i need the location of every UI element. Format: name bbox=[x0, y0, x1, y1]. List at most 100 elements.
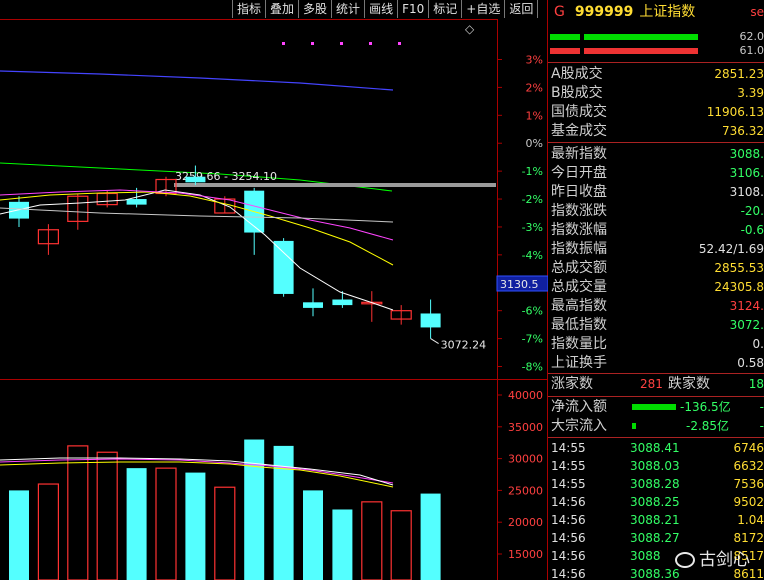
stat-row: 基金成交 736.32 bbox=[548, 122, 764, 141]
stat-row: 最新指数 3088. bbox=[548, 145, 764, 164]
tick-row[interactable]: 14:56 3088.25 9502 bbox=[548, 493, 764, 511]
tick-row[interactable]: 14:56 3088.21 1.04 bbox=[548, 511, 764, 529]
stock-code[interactable]: 999999 bbox=[575, 4, 633, 20]
tick-price: 3088.28 bbox=[630, 477, 680, 491]
tick-time: 14:55 bbox=[551, 477, 586, 491]
pct-label: 3% bbox=[526, 54, 543, 67]
separator bbox=[548, 142, 764, 143]
toolbar-button[interactable]: 画线 bbox=[364, 0, 397, 18]
flow-group: 净流入额 -136.5亿 - 大宗流入 -2.85亿 - bbox=[548, 398, 764, 436]
candle-body bbox=[185, 176, 206, 183]
toolbar-button[interactable]: 多股 bbox=[298, 0, 331, 18]
candle-body bbox=[420, 313, 441, 328]
stat-label: 昨日收盘 bbox=[551, 184, 607, 200]
toolbar: 指标 叠加 多股 统计 画线 F10 标记 +自选 返回 bbox=[232, 0, 539, 18]
tick-row[interactable]: 14:55 3088.41 6746 bbox=[548, 439, 764, 457]
stat-row: 指数振幅 52.42/1.69 bbox=[548, 240, 764, 259]
stat-row: 指数量比 0. bbox=[548, 335, 764, 354]
volume-bar bbox=[244, 439, 265, 580]
vol-label: 35000 bbox=[508, 421, 543, 434]
pct-label: -7% bbox=[522, 333, 543, 346]
net-inflow-row: 净流入额 -136.5亿 - bbox=[548, 398, 764, 417]
toolbar-button[interactable]: 叠加 bbox=[265, 0, 298, 18]
tick-time: 14:55 bbox=[551, 459, 586, 473]
volume-bar bbox=[9, 490, 29, 580]
breadth-group: 涨家数 281 跌家数 18 bbox=[548, 375, 764, 394]
pct-label: -3% bbox=[522, 221, 543, 234]
volume-bar bbox=[96, 451, 118, 580]
stat-label: B股成交 bbox=[551, 85, 603, 101]
toolbar-button[interactable]: 返回 bbox=[504, 0, 539, 18]
tick-time: 14:56 bbox=[551, 531, 586, 545]
pct-label: -4% bbox=[522, 249, 543, 262]
fall-label: 跌家数 bbox=[668, 376, 710, 392]
volume-bar bbox=[420, 493, 441, 580]
stat-label: A股成交 bbox=[551, 66, 603, 82]
stat-value: 2855.53 bbox=[714, 261, 764, 275]
ratio-bar-1-seg-a bbox=[550, 34, 580, 40]
toolbar-button[interactable]: 标记 bbox=[428, 0, 461, 18]
quote-panel: G 999999 上证指数 se 62.0 61.0 A股成交 2851.23 B股成交… bbox=[548, 0, 764, 580]
tick-vol: 6746 bbox=[733, 441, 764, 455]
tick-row[interactable]: 14:55 3088.28 7536 bbox=[548, 475, 764, 493]
stat-value: 3072. bbox=[729, 318, 764, 332]
tick-price: 3088.25 bbox=[630, 495, 680, 509]
candle-body bbox=[303, 302, 323, 308]
toolbar-button[interactable]: 指标 bbox=[232, 0, 265, 18]
tick-time: 14:56 bbox=[551, 495, 586, 509]
stock-name[interactable]: 上证指数 bbox=[639, 4, 695, 20]
block-inflow-bar bbox=[632, 423, 636, 429]
flag-badge: G bbox=[554, 4, 565, 20]
ma-long-line bbox=[0, 70, 394, 91]
stat-value: 3.39 bbox=[737, 86, 764, 100]
ma10-line bbox=[0, 191, 394, 266]
stat-label: 指数涨跌 bbox=[551, 203, 607, 219]
candle-body bbox=[126, 199, 147, 205]
pct-label: -1% bbox=[522, 165, 543, 178]
volume-bar bbox=[67, 445, 89, 580]
toolbar-button[interactable]: F10 bbox=[397, 0, 428, 18]
block-inflow-label: 大宗流入 bbox=[551, 418, 607, 434]
block-inflow-tail: - bbox=[759, 419, 764, 433]
stat-label: 总成交额 bbox=[551, 260, 607, 276]
vol-label: 40000 bbox=[508, 389, 543, 402]
separator bbox=[548, 373, 764, 374]
volume-bar bbox=[155, 467, 177, 580]
chart-area[interactable]: 3%2%1%0%-1%-2%-3%-4%-5%-6%-7%-8%◇3259.66… bbox=[0, 0, 548, 580]
ratio-bar-2: 61.0 bbox=[548, 44, 764, 58]
net-inflow-label: 净流入额 bbox=[551, 399, 607, 415]
rise-count: 281 bbox=[640, 377, 663, 391]
stat-label: 最高指数 bbox=[551, 298, 607, 314]
stat-row: 指数涨跌 -20. bbox=[548, 202, 764, 221]
pct-label: -6% bbox=[522, 305, 543, 318]
volume-bar bbox=[303, 490, 323, 580]
volume-bar bbox=[390, 510, 412, 580]
stat-row: 最高指数 3124. bbox=[548, 297, 764, 316]
vol-label: 20000 bbox=[508, 516, 543, 529]
ratio-bar-1-seg-b bbox=[584, 34, 698, 40]
stat-value: -0.6 bbox=[740, 223, 764, 237]
stat-value: 0. bbox=[752, 337, 764, 351]
candle-body bbox=[332, 299, 353, 306]
stat-value: 3088. bbox=[729, 147, 764, 161]
watermark: 古剑心 bbox=[675, 545, 750, 570]
ratio-bar-1-value: 62.0 bbox=[739, 30, 764, 43]
toolbar-button[interactable]: 统计 bbox=[331, 0, 364, 18]
pct-label: 2% bbox=[526, 81, 543, 94]
tick-vol: 1.04 bbox=[737, 513, 764, 527]
toolbar-button[interactable]: +自选 bbox=[461, 0, 504, 18]
tick-price: 3088.03 bbox=[630, 459, 680, 473]
range-band bbox=[174, 183, 496, 187]
stat-value: 11906.13 bbox=[706, 105, 764, 119]
tick-row[interactable]: 14:55 3088.03 6632 bbox=[548, 457, 764, 475]
volume-bar bbox=[37, 483, 60, 580]
net-inflow-bar bbox=[632, 404, 676, 410]
stat-row: 国债成交 11906.13 bbox=[548, 103, 764, 122]
tick-time: 14:56 bbox=[551, 567, 586, 580]
stat-label: 总成交量 bbox=[551, 279, 607, 295]
pct-label: 0% bbox=[526, 137, 543, 150]
tick-vol: 7536 bbox=[733, 477, 764, 491]
tick-vol: 9502 bbox=[733, 495, 764, 509]
stat-label: 国债成交 bbox=[551, 104, 607, 120]
block-inflow-value: -2.85亿 bbox=[686, 419, 730, 433]
